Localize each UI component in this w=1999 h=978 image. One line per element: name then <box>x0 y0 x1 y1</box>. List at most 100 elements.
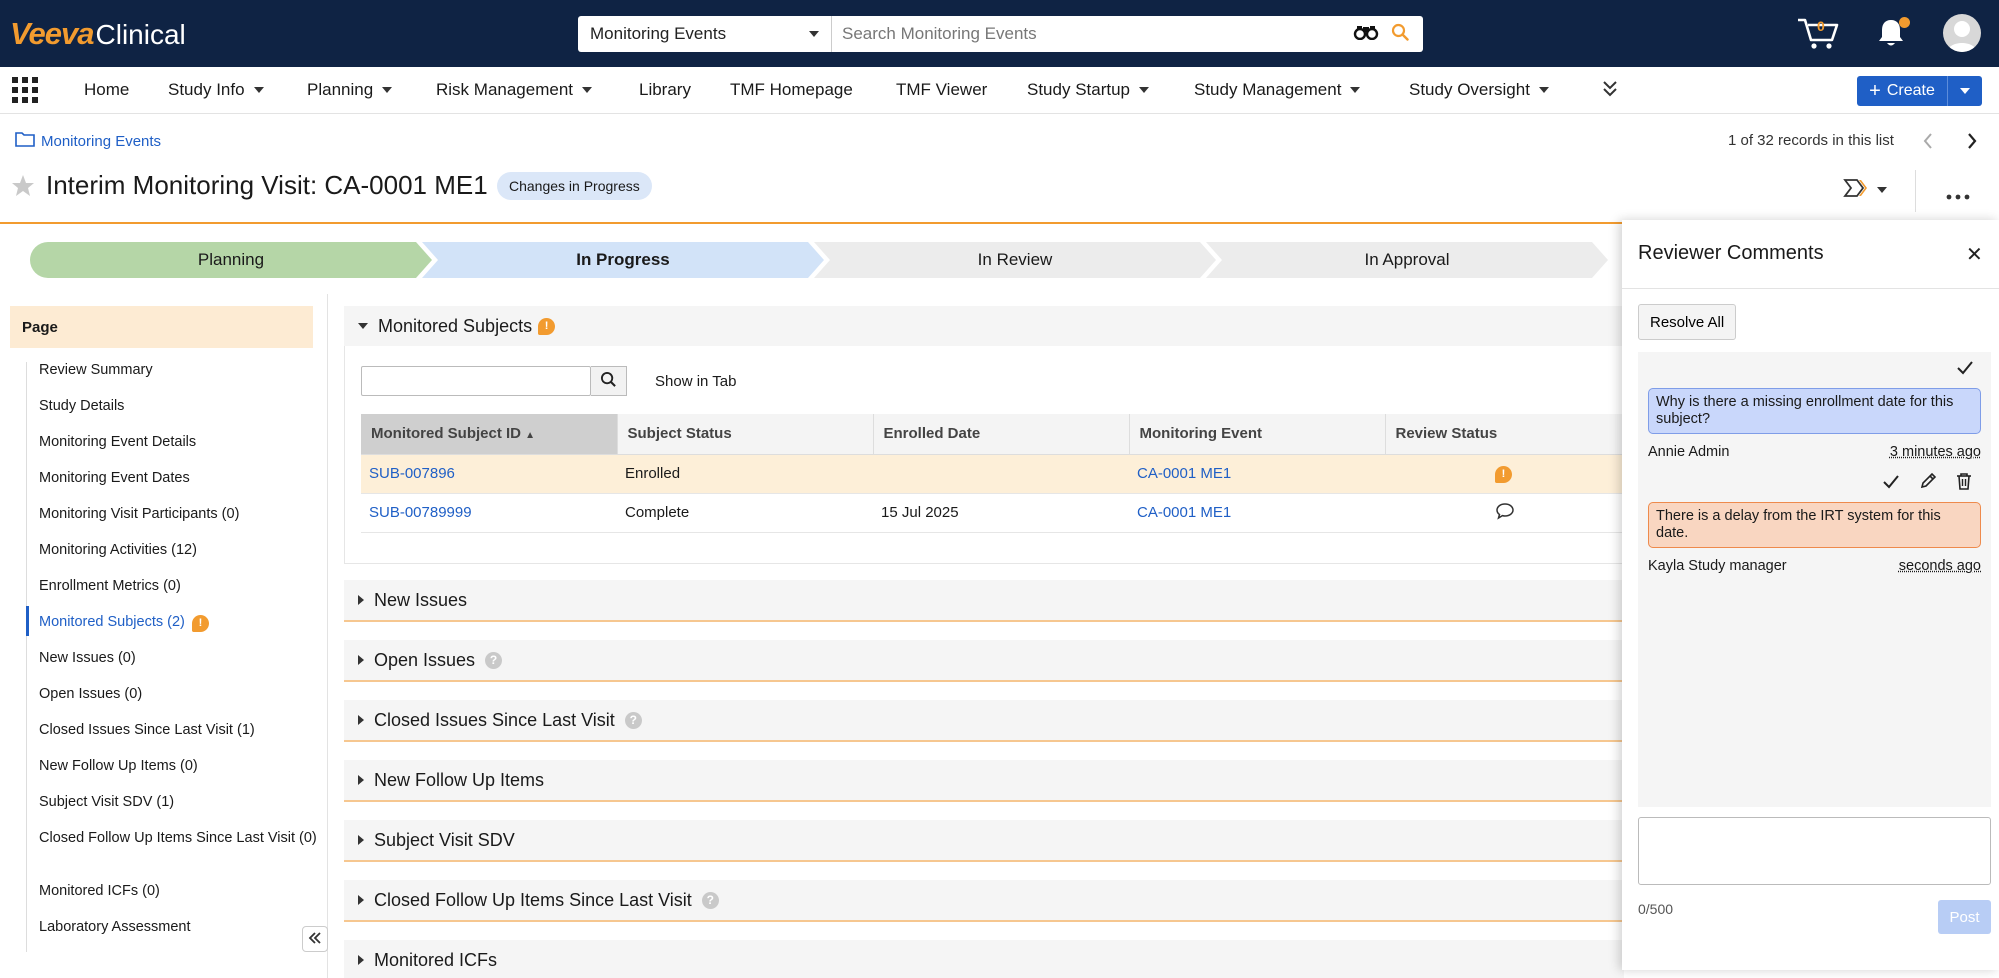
section-header-new-issues[interactable]: New Issues <box>344 580 1624 620</box>
show-in-tab-link[interactable]: Show in Tab <box>655 373 736 390</box>
table-row[interactable]: SUB-007896 Enrolled CA-0001 ME1 ! <box>361 454 1625 494</box>
sidebar-item-monitoring-visit-participants[interactable]: Monitoring Visit Participants (0) <box>39 506 317 523</box>
sidebar-item-study-details[interactable]: Study Details <box>39 398 317 415</box>
divider <box>1915 170 1916 212</box>
grid-search-input[interactable] <box>361 366 591 396</box>
sidebar-item-closed-follow-up-items[interactable]: Closed Follow Up Items Since Last Visit … <box>39 830 317 847</box>
section-header-monitored-icfs[interactable]: Monitored ICFs <box>344 940 1624 978</box>
more-actions-ellipsis-icon[interactable] <box>1946 187 1970 204</box>
stage-in-approval[interactable]: In Approval <box>1206 242 1608 278</box>
section-header-subject-visit-sdv[interactable]: Subject Visit SDV <box>344 820 1624 860</box>
subject-id-link[interactable]: SUB-007896 <box>361 454 617 494</box>
create-main-button[interactable]: + Create <box>1857 76 1948 106</box>
section-subject-visit-sdv: Subject Visit SDV <box>344 820 1624 862</box>
app-launcher-grid-icon[interactable] <box>12 77 38 107</box>
previous-record-chevron-icon[interactable] <box>1922 132 1934 154</box>
search-input[interactable] <box>832 16 1353 52</box>
search-icon[interactable] <box>1391 23 1409 45</box>
sidebar-item-review-summary[interactable]: Review Summary <box>39 362 317 379</box>
column-header-subject-status[interactable]: Subject Status <box>617 414 874 455</box>
nav-study-oversight[interactable]: Study Oversight <box>1409 80 1549 100</box>
section-header-open-issues[interactable]: Open Issues? <box>344 640 1624 680</box>
sidebar-item-laboratory-assessment[interactable]: Laboratory Assessment <box>39 919 317 936</box>
section-header-closed-issues[interactable]: Closed Issues Since Last Visit? <box>344 700 1624 740</box>
close-icon[interactable]: ✕ <box>1966 242 1983 267</box>
monitoring-event-link[interactable]: CA-0001 ME1 <box>1129 454 1385 494</box>
delete-trash-icon[interactable] <box>1956 472 1972 494</box>
next-record-chevron-icon[interactable] <box>1966 132 1978 154</box>
stage-in-progress[interactable]: In Progress <box>422 242 824 278</box>
column-header-monitoring-event[interactable]: Monitoring Event <box>1129 414 1386 455</box>
stage-in-review[interactable]: In Review <box>814 242 1216 278</box>
nav-study-info[interactable]: Study Info <box>168 80 264 100</box>
chevron-down-icon <box>1877 187 1887 193</box>
create-dropdown-toggle[interactable] <box>1948 88 1982 94</box>
table-row[interactable]: SUB-00789999 Complete 15 Jul 2025 CA-000… <box>361 493 1625 533</box>
grid-search-button[interactable] <box>591 366 627 396</box>
sidebar-item-monitoring-activities[interactable]: Monitoring Activities (12) <box>39 542 317 559</box>
workflow-actions-menu[interactable] <box>1843 178 1887 202</box>
sidebar-item-monitored-subjects[interactable]: Monitored Subjects (2) ! <box>39 614 317 632</box>
sidebar-heading: Page <box>10 306 313 348</box>
sidebar-item-open-issues[interactable]: Open Issues (0) <box>39 686 317 703</box>
section-header-new-follow-up-items[interactable]: New Follow Up Items <box>344 760 1624 800</box>
sidebar-item-monitored-icfs[interactable]: Monitored ICFs (0) <box>39 883 317 900</box>
comment-flag-icon: ! <box>191 615 209 632</box>
caret-right-icon <box>358 775 364 785</box>
comment-flag-icon[interactable]: ! <box>1495 465 1512 483</box>
binoculars-icon[interactable] <box>1353 24 1379 44</box>
subject-id-link[interactable]: SUB-00789999 <box>361 493 617 533</box>
nav-home[interactable]: Home <box>84 80 129 100</box>
help-icon[interactable]: ? <box>701 891 719 909</box>
resolve-check-icon[interactable] <box>1956 360 1974 380</box>
sidebar-item-new-issues[interactable]: New Issues (0) <box>39 650 317 667</box>
search-scope-select[interactable]: Monitoring Events <box>578 16 832 52</box>
nav-study-startup[interactable]: Study Startup <box>1027 80 1150 100</box>
sidebar-item-new-follow-up-items[interactable]: New Follow Up Items (0) <box>39 758 317 775</box>
edit-pencil-icon[interactable] <box>1919 472 1937 494</box>
column-header-enrolled-date[interactable]: Enrolled Date <box>873 414 1130 455</box>
post-button[interactable]: Post <box>1938 900 1991 934</box>
section-header-monitored-subjects[interactable]: Monitored Subjects ! <box>344 306 1624 346</box>
comment-bubble-icon[interactable] <box>1495 502 1515 524</box>
sidebar-item-enrollment-metrics[interactable]: Enrollment Metrics (0) <box>39 578 317 595</box>
favorite-star-icon[interactable] <box>11 174 35 202</box>
resolve-all-button[interactable]: Resolve All <box>1638 304 1737 340</box>
review-status-cell[interactable] <box>1385 493 1625 533</box>
section-closed-issues: Closed Issues Since Last Visit? <box>344 700 1624 742</box>
nav-tmf-homepage[interactable]: TMF Homepage <box>730 80 853 100</box>
monitoring-event-link[interactable]: CA-0001 ME1 <box>1129 493 1385 533</box>
plus-icon: + <box>1869 80 1881 102</box>
column-header-review-status[interactable]: Review Status <box>1385 414 1625 455</box>
sidebar-item-subject-visit-sdv[interactable]: Subject Visit SDV (1) <box>39 794 317 811</box>
help-icon[interactable]: ? <box>624 711 642 729</box>
collapse-sidebar-button[interactable] <box>302 926 328 952</box>
nav-tmf-viewer[interactable]: TMF Viewer <box>896 80 987 100</box>
subject-status-cell: Complete <box>617 493 873 533</box>
comment-timestamp: seconds ago <box>1898 558 1981 574</box>
column-header-subject-id[interactable]: Monitored Subject ID ▲ <box>361 414 618 455</box>
user-avatar[interactable] <box>1943 14 1981 52</box>
sidebar-item-closed-issues[interactable]: Closed Issues Since Last Visit (1) <box>39 722 317 739</box>
nav-planning[interactable]: Planning <box>307 80 393 100</box>
sidebar-list: Review Summary Study Details Monitoring … <box>26 362 317 952</box>
stage-planning[interactable]: Planning <box>30 242 432 278</box>
nav-library[interactable]: Library <box>639 80 691 100</box>
sidebar-item-monitoring-event-details[interactable]: Monitoring Event Details <box>39 434 317 451</box>
nav-study-management[interactable]: Study Management <box>1194 80 1361 100</box>
sidebar-active-indicator <box>26 606 29 636</box>
comment-textarea[interactable] <box>1638 817 1991 885</box>
review-status-cell[interactable]: ! <box>1385 454 1625 494</box>
veeva-clinical-logo[interactable]: Veeva Clinical <box>10 16 186 52</box>
more-tabs-double-chevron-icon[interactable] <box>1601 79 1619 103</box>
sort-ascending-icon: ▲ <box>525 430 536 442</box>
sidebar-item-monitoring-event-dates[interactable]: Monitoring Event Dates <box>39 470 317 487</box>
help-icon[interactable]: ? <box>485 651 503 669</box>
resolve-check-icon[interactable] <box>1882 474 1900 494</box>
create-button[interactable]: + Create <box>1857 76 1982 106</box>
section-header-closed-follow-up-items[interactable]: Closed Follow Up Items Since Last Visit? <box>344 880 1624 920</box>
main-nav-bar: Home Study Info Planning Risk Management… <box>0 67 1999 114</box>
nav-risk-management[interactable]: Risk Management <box>436 80 593 100</box>
breadcrumb[interactable]: Monitoring Events <box>15 131 161 151</box>
comment-author: Annie Admin <box>1648 444 1730 460</box>
